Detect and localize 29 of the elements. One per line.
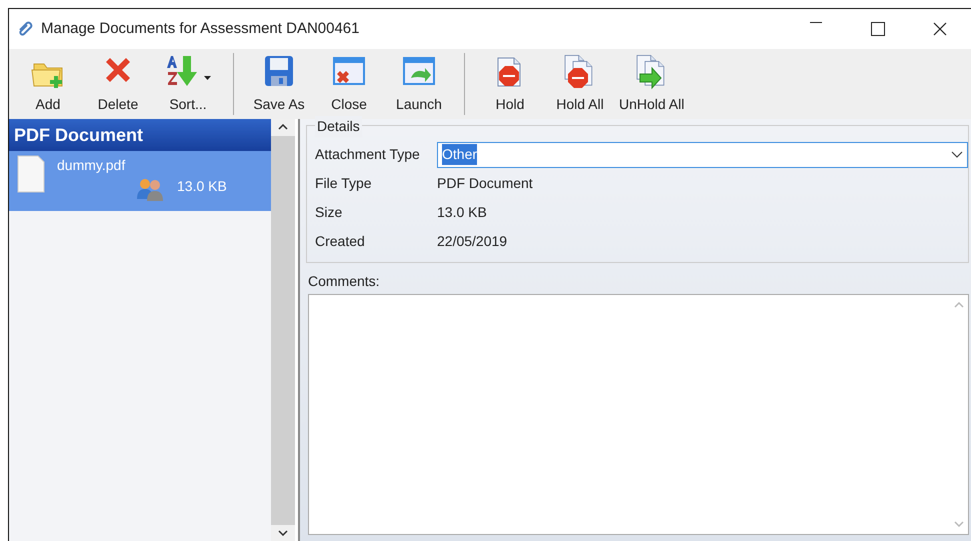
- minimize-icon[interactable]: [810, 22, 822, 24]
- toolbar-button[interactable]: Add: [13, 53, 83, 115]
- field-label: File Type: [315, 174, 373, 193]
- field-label: Created: [315, 232, 366, 251]
- toolbar-button[interactable]: UnHold All: [615, 53, 688, 115]
- toolbar-button[interactable]: Close: [314, 53, 384, 115]
- toolbar-button[interactable]: Launch: [384, 53, 454, 115]
- file-icon: [17, 155, 45, 193]
- users-icon: [135, 177, 165, 201]
- maximize-icon[interactable]: [871, 22, 885, 36]
- close-icon[interactable]: [933, 22, 947, 36]
- toolbar-button[interactable]: Hold: [475, 53, 545, 115]
- field-label: Size: [315, 203, 344, 222]
- comments-label: Comments:: [308, 272, 381, 291]
- window-title: Manage Documents for Assessment DAN00461: [41, 18, 360, 39]
- field-label: Attachment Type: [315, 145, 421, 164]
- toolbar-button[interactable]: Hold All: [545, 53, 615, 115]
- toolbar-button[interactable]: Sort...: [153, 53, 223, 115]
- field-value: PDF Document: [437, 174, 533, 193]
- field-value: 22/05/2019: [437, 232, 508, 251]
- group-header: PDF Document: [9, 119, 271, 151]
- paperclip-icon: [17, 21, 35, 37]
- scroll-down-icon[interactable]: [278, 530, 288, 536]
- field-value: 13.0 KB: [437, 203, 487, 222]
- caret-icon[interactable]: [204, 76, 212, 80]
- toolbar-button[interactable]: Save As: [244, 53, 314, 115]
- scroll-up-icon[interactable]: [278, 124, 288, 130]
- attachment-type-dropdown[interactable]: Other: [437, 142, 968, 168]
- toolbar-button[interactable]: Delete: [83, 53, 153, 115]
